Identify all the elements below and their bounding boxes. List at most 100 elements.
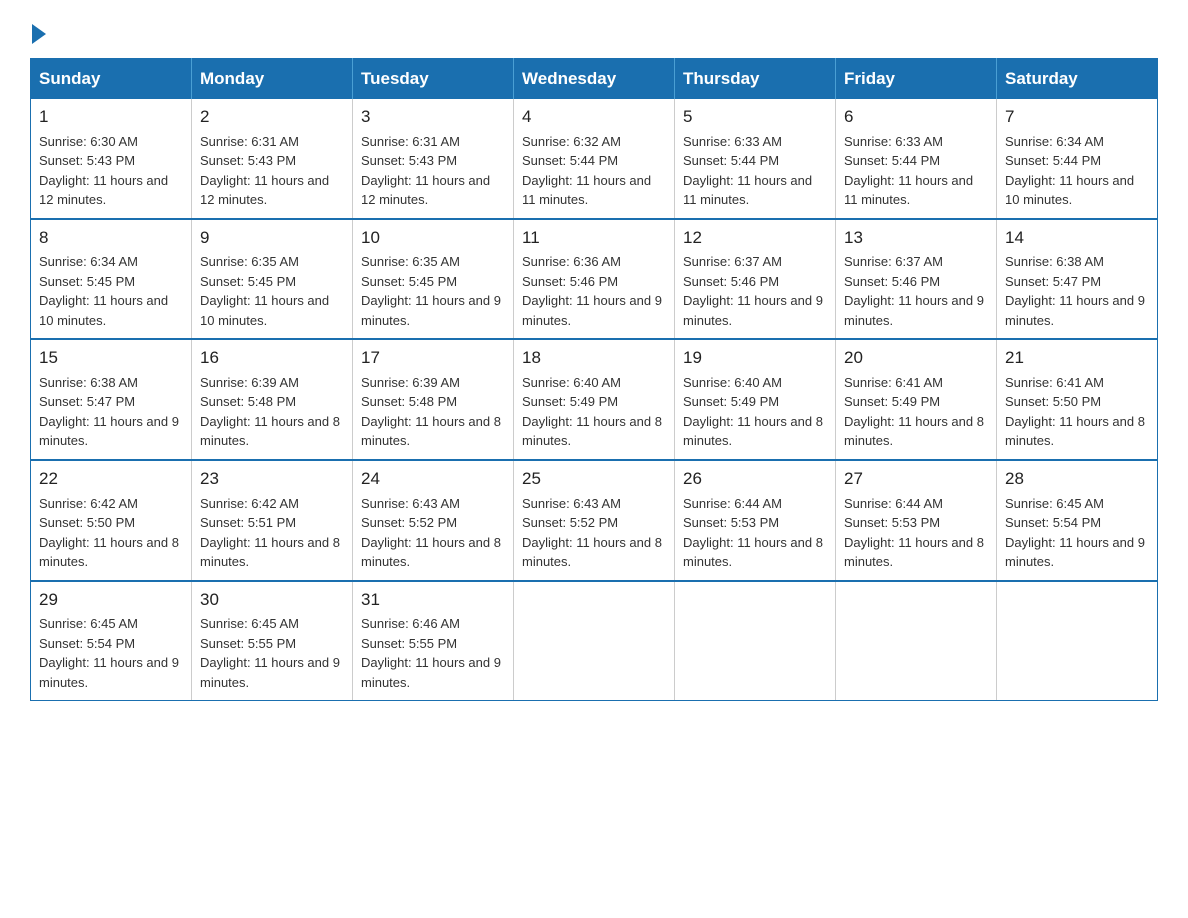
calendar-day-cell: 1 Sunrise: 6:30 AM Sunset: 5:43 PM Dayli…: [31, 99, 192, 219]
calendar-day-cell: 28 Sunrise: 6:45 AM Sunset: 5:54 PM Dayl…: [997, 460, 1158, 581]
day-info: Sunrise: 6:36 AM Sunset: 5:46 PM Dayligh…: [522, 252, 666, 330]
calendar-day-cell: 26 Sunrise: 6:44 AM Sunset: 5:53 PM Dayl…: [675, 460, 836, 581]
day-info: Sunrise: 6:40 AM Sunset: 5:49 PM Dayligh…: [683, 373, 827, 451]
day-number: 14: [1005, 226, 1149, 251]
day-info: Sunrise: 6:39 AM Sunset: 5:48 PM Dayligh…: [200, 373, 344, 451]
calendar-day-cell: 19 Sunrise: 6:40 AM Sunset: 5:49 PM Dayl…: [675, 339, 836, 460]
calendar-day-cell: 23 Sunrise: 6:42 AM Sunset: 5:51 PM Dayl…: [192, 460, 353, 581]
day-number: 28: [1005, 467, 1149, 492]
day-number: 10: [361, 226, 505, 251]
day-number: 31: [361, 588, 505, 613]
calendar-week-row: 22 Sunrise: 6:42 AM Sunset: 5:50 PM Dayl…: [31, 460, 1158, 581]
calendar-week-row: 8 Sunrise: 6:34 AM Sunset: 5:45 PM Dayli…: [31, 219, 1158, 340]
calendar-day-cell: 18 Sunrise: 6:40 AM Sunset: 5:49 PM Dayl…: [514, 339, 675, 460]
day-info: Sunrise: 6:37 AM Sunset: 5:46 PM Dayligh…: [683, 252, 827, 330]
day-info: Sunrise: 6:41 AM Sunset: 5:50 PM Dayligh…: [1005, 373, 1149, 451]
day-number: 23: [200, 467, 344, 492]
calendar-day-cell: 5 Sunrise: 6:33 AM Sunset: 5:44 PM Dayli…: [675, 99, 836, 219]
day-number: 13: [844, 226, 988, 251]
day-info: Sunrise: 6:38 AM Sunset: 5:47 PM Dayligh…: [1005, 252, 1149, 330]
calendar-day-cell: 29 Sunrise: 6:45 AM Sunset: 5:54 PM Dayl…: [31, 581, 192, 701]
day-info: Sunrise: 6:31 AM Sunset: 5:43 PM Dayligh…: [200, 132, 344, 210]
day-info: Sunrise: 6:34 AM Sunset: 5:44 PM Dayligh…: [1005, 132, 1149, 210]
day-info: Sunrise: 6:42 AM Sunset: 5:50 PM Dayligh…: [39, 494, 183, 572]
calendar-day-cell: 6 Sunrise: 6:33 AM Sunset: 5:44 PM Dayli…: [836, 99, 997, 219]
day-number: 30: [200, 588, 344, 613]
day-number: 20: [844, 346, 988, 371]
calendar-day-header: Monday: [192, 59, 353, 100]
day-number: 16: [200, 346, 344, 371]
calendar-day-cell: 9 Sunrise: 6:35 AM Sunset: 5:45 PM Dayli…: [192, 219, 353, 340]
day-number: 12: [683, 226, 827, 251]
calendar-day-header: Thursday: [675, 59, 836, 100]
day-number: 22: [39, 467, 183, 492]
calendar-day-cell: 24 Sunrise: 6:43 AM Sunset: 5:52 PM Dayl…: [353, 460, 514, 581]
day-info: Sunrise: 6:46 AM Sunset: 5:55 PM Dayligh…: [361, 614, 505, 692]
day-number: 19: [683, 346, 827, 371]
day-info: Sunrise: 6:37 AM Sunset: 5:46 PM Dayligh…: [844, 252, 988, 330]
day-number: 17: [361, 346, 505, 371]
day-number: 3: [361, 105, 505, 130]
calendar-day-cell: [836, 581, 997, 701]
day-number: 8: [39, 226, 183, 251]
calendar-day-cell: 20 Sunrise: 6:41 AM Sunset: 5:49 PM Dayl…: [836, 339, 997, 460]
calendar-day-cell: 8 Sunrise: 6:34 AM Sunset: 5:45 PM Dayli…: [31, 219, 192, 340]
day-info: Sunrise: 6:45 AM Sunset: 5:54 PM Dayligh…: [1005, 494, 1149, 572]
calendar-day-cell: 3 Sunrise: 6:31 AM Sunset: 5:43 PM Dayli…: [353, 99, 514, 219]
day-number: 1: [39, 105, 183, 130]
day-info: Sunrise: 6:44 AM Sunset: 5:53 PM Dayligh…: [844, 494, 988, 572]
day-number: 7: [1005, 105, 1149, 130]
calendar-day-cell: 2 Sunrise: 6:31 AM Sunset: 5:43 PM Dayli…: [192, 99, 353, 219]
day-number: 2: [200, 105, 344, 130]
calendar-day-cell: [514, 581, 675, 701]
calendar-day-cell: 7 Sunrise: 6:34 AM Sunset: 5:44 PM Dayli…: [997, 99, 1158, 219]
day-info: Sunrise: 6:33 AM Sunset: 5:44 PM Dayligh…: [844, 132, 988, 210]
day-info: Sunrise: 6:42 AM Sunset: 5:51 PM Dayligh…: [200, 494, 344, 572]
calendar-day-cell: 22 Sunrise: 6:42 AM Sunset: 5:50 PM Dayl…: [31, 460, 192, 581]
calendar-day-cell: 11 Sunrise: 6:36 AM Sunset: 5:46 PM Dayl…: [514, 219, 675, 340]
calendar-day-cell: 13 Sunrise: 6:37 AM Sunset: 5:46 PM Dayl…: [836, 219, 997, 340]
day-info: Sunrise: 6:39 AM Sunset: 5:48 PM Dayligh…: [361, 373, 505, 451]
day-info: Sunrise: 6:35 AM Sunset: 5:45 PM Dayligh…: [361, 252, 505, 330]
day-number: 11: [522, 226, 666, 251]
calendar-day-cell: [997, 581, 1158, 701]
calendar-day-header: Sunday: [31, 59, 192, 100]
day-number: 15: [39, 346, 183, 371]
day-number: 4: [522, 105, 666, 130]
day-info: Sunrise: 6:32 AM Sunset: 5:44 PM Dayligh…: [522, 132, 666, 210]
calendar-day-cell: 4 Sunrise: 6:32 AM Sunset: 5:44 PM Dayli…: [514, 99, 675, 219]
calendar-day-header: Wednesday: [514, 59, 675, 100]
day-info: Sunrise: 6:43 AM Sunset: 5:52 PM Dayligh…: [522, 494, 666, 572]
day-info: Sunrise: 6:35 AM Sunset: 5:45 PM Dayligh…: [200, 252, 344, 330]
day-number: 26: [683, 467, 827, 492]
calendar-day-header: Friday: [836, 59, 997, 100]
page-header: [30, 20, 1158, 40]
calendar-day-cell: 16 Sunrise: 6:39 AM Sunset: 5:48 PM Dayl…: [192, 339, 353, 460]
calendar-day-cell: 31 Sunrise: 6:46 AM Sunset: 5:55 PM Dayl…: [353, 581, 514, 701]
calendar-day-cell: 27 Sunrise: 6:44 AM Sunset: 5:53 PM Dayl…: [836, 460, 997, 581]
day-number: 24: [361, 467, 505, 492]
day-number: 21: [1005, 346, 1149, 371]
day-number: 25: [522, 467, 666, 492]
calendar-day-cell: 15 Sunrise: 6:38 AM Sunset: 5:47 PM Dayl…: [31, 339, 192, 460]
calendar-header-row: SundayMondayTuesdayWednesdayThursdayFrid…: [31, 59, 1158, 100]
calendar-day-header: Saturday: [997, 59, 1158, 100]
day-number: 18: [522, 346, 666, 371]
logo: [30, 20, 46, 40]
day-info: Sunrise: 6:41 AM Sunset: 5:49 PM Dayligh…: [844, 373, 988, 451]
calendar-day-cell: 30 Sunrise: 6:45 AM Sunset: 5:55 PM Dayl…: [192, 581, 353, 701]
day-info: Sunrise: 6:43 AM Sunset: 5:52 PM Dayligh…: [361, 494, 505, 572]
calendar-day-header: Tuesday: [353, 59, 514, 100]
calendar-week-row: 15 Sunrise: 6:38 AM Sunset: 5:47 PM Dayl…: [31, 339, 1158, 460]
calendar-day-cell: [675, 581, 836, 701]
day-info: Sunrise: 6:34 AM Sunset: 5:45 PM Dayligh…: [39, 252, 183, 330]
day-info: Sunrise: 6:31 AM Sunset: 5:43 PM Dayligh…: [361, 132, 505, 210]
calendar-day-cell: 21 Sunrise: 6:41 AM Sunset: 5:50 PM Dayl…: [997, 339, 1158, 460]
logo-arrow-icon: [32, 24, 46, 44]
calendar-week-row: 29 Sunrise: 6:45 AM Sunset: 5:54 PM Dayl…: [31, 581, 1158, 701]
calendar-week-row: 1 Sunrise: 6:30 AM Sunset: 5:43 PM Dayli…: [31, 99, 1158, 219]
day-info: Sunrise: 6:30 AM Sunset: 5:43 PM Dayligh…: [39, 132, 183, 210]
day-info: Sunrise: 6:45 AM Sunset: 5:55 PM Dayligh…: [200, 614, 344, 692]
calendar-table: SundayMondayTuesdayWednesdayThursdayFrid…: [30, 58, 1158, 701]
day-info: Sunrise: 6:45 AM Sunset: 5:54 PM Dayligh…: [39, 614, 183, 692]
